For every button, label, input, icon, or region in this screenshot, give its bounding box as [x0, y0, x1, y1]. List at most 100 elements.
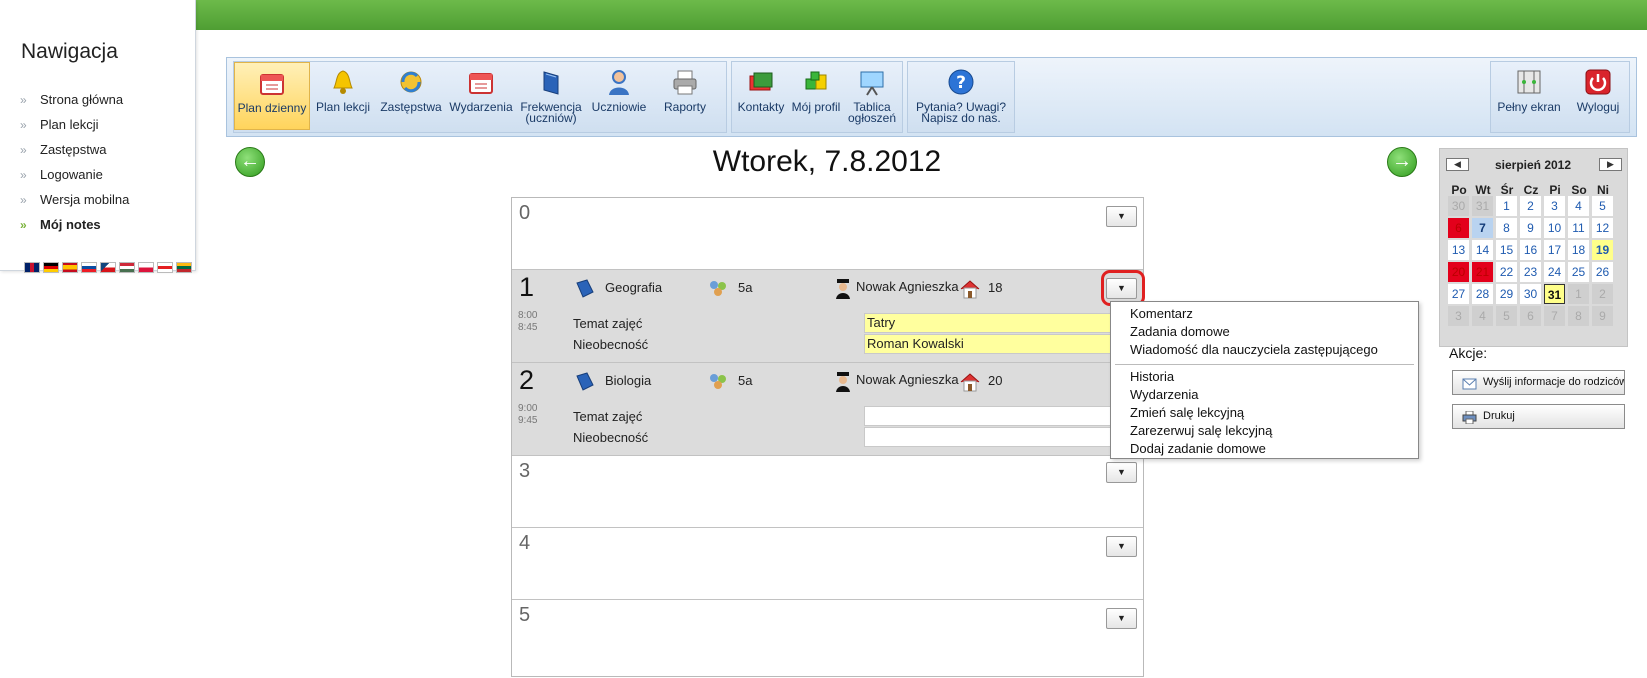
calendar-day[interactable]: 24 — [1544, 262, 1565, 282]
nav-item-substitutions[interactable]: » Zastępstwa — [20, 142, 129, 167]
calendar-day[interactable]: 9 — [1520, 218, 1541, 238]
calendar-day[interactable]: 10 — [1544, 218, 1565, 238]
hu-flag-icon[interactable] — [119, 262, 135, 273]
tab-contacts[interactable]: Kontakty — [732, 62, 790, 130]
teacher-name[interactable]: Nowak Agnieszka — [856, 373, 959, 387]
calendar-day[interactable]: 16 — [1520, 240, 1541, 260]
tab-daily-plan[interactable]: Plan dzienny — [234, 62, 310, 130]
topic-field[interactable] — [864, 406, 1125, 426]
calendar-day[interactable]: 8 — [1496, 218, 1517, 238]
calendar-day[interactable]: 17 — [1544, 240, 1565, 260]
calendar-day[interactable]: 2 — [1592, 284, 1613, 304]
menu-item-message-substitute[interactable]: Wiadomość dla nauczyciela zastępującego — [1130, 341, 1378, 359]
period-options-button[interactable]: ▼ — [1106, 536, 1137, 557]
period-options-button[interactable]: ▼ — [1106, 608, 1137, 629]
al-flag-icon[interactable] — [157, 262, 173, 273]
calendar-day[interactable]: 29 — [1496, 284, 1517, 304]
de-flag-icon[interactable] — [43, 262, 59, 273]
tab-profile[interactable]: Mój profil — [790, 62, 842, 130]
calendar-day[interactable]: 30 — [1448, 196, 1469, 216]
send-to-parents-button[interactable]: Wyślij informacje do rodziców — [1452, 370, 1625, 395]
calendar-day[interactable]: 25 — [1568, 262, 1589, 282]
calendar-day[interactable]: 1 — [1568, 284, 1589, 304]
nav-item-notes[interactable]: » Mój notes — [20, 217, 129, 242]
calendar-day[interactable]: 5 — [1496, 306, 1517, 326]
calendar-day[interactable]: 7 — [1544, 306, 1565, 326]
period-options-button[interactable]: ▼ — [1106, 462, 1137, 483]
calendar-day[interactable]: 12 — [1592, 218, 1613, 238]
class-name[interactable]: 5a — [738, 280, 752, 295]
calendar-day[interactable]: 21 — [1472, 262, 1493, 282]
es-flag-icon[interactable] — [62, 262, 78, 273]
calendar-day[interactable]: 6 — [1448, 218, 1469, 238]
menu-item-history[interactable]: Historia — [1130, 368, 1174, 386]
calendar-day[interactable]: 15 — [1496, 240, 1517, 260]
calendar-day[interactable]: 31 — [1472, 196, 1493, 216]
fullscreen-button[interactable]: Pełny ekran — [1491, 62, 1567, 130]
tab-events[interactable]: Wydarzenia — [446, 62, 516, 130]
calendar-day[interactable]: 18 — [1568, 240, 1589, 260]
subject-name[interactable]: Geografia — [605, 280, 662, 295]
calendar-day[interactable]: 19 — [1592, 240, 1613, 260]
calendar-day[interactable]: 14 — [1472, 240, 1493, 260]
calendar-day[interactable]: 28 — [1472, 284, 1493, 304]
calendar-day[interactable]: 6 — [1520, 306, 1541, 326]
nav-item-lesson-plan[interactable]: » Plan lekcji — [20, 117, 129, 142]
tab-substitutions[interactable]: Zastępstwa — [376, 62, 446, 130]
menu-item-add-homework[interactable]: Dodaj zadanie domowe — [1130, 440, 1266, 458]
menu-item-reserve-room[interactable]: Zarezerwuj salę lekcyjną — [1130, 422, 1272, 440]
calendar-day[interactable]: 27 — [1448, 284, 1469, 304]
calendar-day[interactable]: 7 — [1472, 218, 1493, 238]
absence-field[interactable] — [864, 427, 1125, 447]
menu-item-comment[interactable]: Komentarz — [1130, 305, 1193, 323]
cz-flag-icon[interactable] — [100, 262, 116, 273]
calendar-day[interactable]: 2 — [1520, 196, 1541, 216]
logout-button[interactable]: Wyloguj — [1567, 62, 1629, 130]
menu-item-homework[interactable]: Zadania domowe — [1130, 323, 1230, 341]
tab-lesson-plan[interactable]: Plan lekcji — [310, 62, 376, 130]
print-button[interactable]: Drukuj — [1452, 404, 1625, 429]
subject-name[interactable]: Biologia — [605, 373, 651, 388]
calendar-day[interactable]: 3 — [1448, 306, 1469, 326]
tab-students[interactable]: Uczniowie — [586, 62, 652, 130]
calendar-day[interactable]: 23 — [1520, 262, 1541, 282]
sk-flag-icon[interactable] — [81, 262, 97, 273]
room-number[interactable]: 20 — [988, 373, 1002, 388]
calendar-day[interactable]: 8 — [1568, 306, 1589, 326]
tab-notice-board[interactable]: Tablica ogłoszeń — [842, 62, 902, 130]
calendar-day[interactable]: 11 — [1568, 218, 1589, 238]
tab-attendance[interactable]: Frekwencja (uczniów) — [516, 62, 586, 130]
calendar-day[interactable]: 5 — [1592, 196, 1613, 216]
calendar-day[interactable]: 20 — [1448, 262, 1469, 282]
topic-field[interactable]: Tatry — [864, 313, 1125, 333]
nav-item-mobile[interactable]: » Wersja mobilna — [20, 192, 129, 217]
tab-feedback[interactable]: ? Pytania? Uwagi? Napisz do nas. — [908, 62, 1014, 130]
gb-flag-icon[interactable] — [24, 262, 40, 273]
calendar-next-button[interactable]: ▶ — [1599, 158, 1622, 171]
calendar-day[interactable]: 4 — [1568, 196, 1589, 216]
tab-reports[interactable]: Raporty — [652, 62, 718, 130]
menu-item-change-room[interactable]: Zmień salę lekcyjną — [1130, 404, 1244, 422]
calendar-day[interactable]: 22 — [1496, 262, 1517, 282]
calendar-day[interactable]: 31 — [1544, 284, 1565, 304]
calendar-day[interactable]: 4 — [1472, 306, 1493, 326]
pl-flag-icon[interactable] — [138, 262, 154, 273]
room-number[interactable]: 18 — [988, 280, 1002, 295]
nav-item-login[interactable]: » Logowanie — [20, 167, 129, 192]
teacher-name[interactable]: Nowak Agnieszka — [856, 280, 959, 294]
menu-item-events[interactable]: Wydarzenia — [1130, 386, 1199, 404]
calendar-day[interactable]: 26 — [1592, 262, 1613, 282]
calendar-day[interactable]: 3 — [1544, 196, 1565, 216]
nav-item-home[interactable]: » Strona główna — [20, 92, 129, 117]
calendar-prev-button[interactable]: ◀ — [1446, 158, 1469, 171]
calendar-day[interactable]: 30 — [1520, 284, 1541, 304]
calendar-day[interactable]: 9 — [1592, 306, 1613, 326]
previous-day-button[interactable]: ← — [235, 147, 265, 177]
lt-flag-icon[interactable] — [176, 262, 192, 273]
calendar-day[interactable]: 13 — [1448, 240, 1469, 260]
absence-field[interactable]: Roman Kowalski — [864, 334, 1125, 354]
calendar-day[interactable]: 1 — [1496, 196, 1517, 216]
period-options-button[interactable]: ▼ — [1106, 206, 1137, 227]
class-name[interactable]: 5a — [738, 373, 752, 388]
next-day-button[interactable]: → — [1387, 147, 1417, 177]
